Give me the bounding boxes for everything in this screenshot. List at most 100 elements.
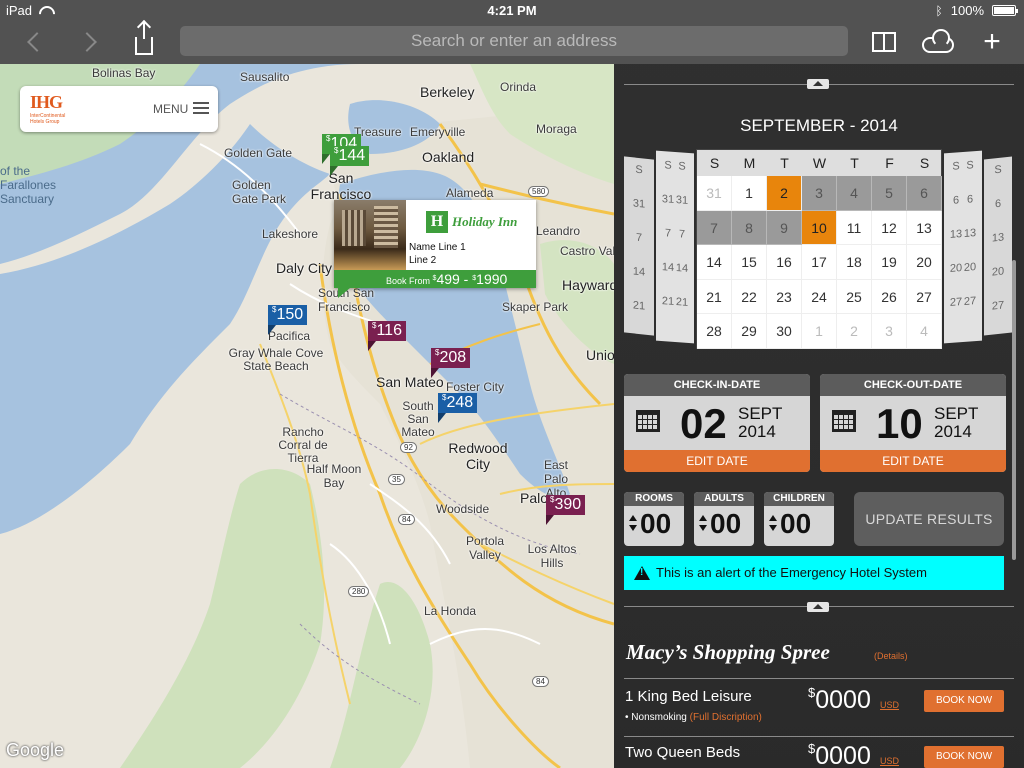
- prev-month-page[interactable]: S 31 7 14 21: [624, 156, 654, 336]
- calendar-icon: [832, 410, 856, 432]
- calendar-day[interactable]: 22: [732, 279, 767, 314]
- rooms-value: 00: [640, 508, 672, 539]
- map-label: Golden Gate: [224, 146, 293, 160]
- menu-label[interactable]: MENU: [153, 102, 188, 116]
- hotel-popup[interactable]: H Holiday Inn Name Line 1 Line 2 Book Fr…: [334, 200, 536, 298]
- hotel-price-pin[interactable]: $144: [330, 146, 370, 176]
- panel-scrollbar[interactable]: [1012, 260, 1016, 560]
- calendar-day[interactable]: 23: [767, 279, 802, 314]
- collapse-up-button[interactable]: [807, 602, 829, 612]
- highway-shield: 280: [348, 586, 370, 597]
- calendar-day[interactable]: 11: [837, 210, 872, 245]
- calendar-day[interactable]: 3: [872, 314, 907, 349]
- calendar-day[interactable]: 18: [837, 245, 872, 280]
- book-from-bar[interactable]: Book From $499 - $1990: [334, 270, 536, 288]
- address-bar[interactable]: Search or enter an address: [180, 26, 848, 56]
- calendar-day[interactable]: 8: [732, 210, 767, 245]
- share-icon: [135, 23, 153, 55]
- bookmarks-button[interactable]: [868, 26, 900, 58]
- calendar-day[interactable]: 19: [872, 245, 907, 280]
- back-button[interactable]: [18, 26, 50, 58]
- hotel-price-pin[interactable]: $150: [268, 305, 308, 335]
- calendar-day[interactable]: 2: [837, 314, 872, 349]
- calendar-day[interactable]: 1: [732, 176, 767, 211]
- adults-stepper[interactable]: ADULTS 00: [694, 492, 754, 546]
- calendar-day[interactable]: 28: [697, 314, 732, 349]
- calendar-day[interactable]: 17: [802, 245, 837, 280]
- stepper-arrows-icon[interactable]: [769, 515, 777, 533]
- currency-link[interactable]: USD: [880, 700, 899, 710]
- ihg-logo[interactable]: IHG InterContinental Hotels Group: [30, 92, 72, 125]
- share-button[interactable]: [128, 23, 160, 58]
- children-stepper[interactable]: CHILDREN 00: [764, 492, 834, 546]
- calendar-day[interactable]: 24: [802, 279, 837, 314]
- hotel-price-pin[interactable]: $116: [368, 321, 406, 351]
- icloud-tabs-button[interactable]: [922, 26, 954, 58]
- map-label: Hayward: [562, 277, 614, 293]
- calendar-day[interactable]: 5: [872, 176, 907, 211]
- status-time: 4:21 PM: [487, 3, 537, 18]
- holiday-inn-logo: H Holiday Inn: [426, 210, 518, 234]
- calendar-day[interactable]: 7: [697, 210, 732, 245]
- rooms-stepper[interactable]: ROOMS 00: [624, 492, 684, 546]
- calendar-day[interactable]: 29: [732, 314, 767, 349]
- map-label: Portola Valley: [465, 534, 505, 562]
- new-tab-button[interactable]: +: [976, 26, 1008, 58]
- bluetooth-icon: ᛒ: [935, 3, 943, 18]
- calendar-day[interactable]: 9: [767, 210, 802, 245]
- calendar-day-selected[interactable]: 2: [767, 176, 802, 211]
- map-label: Daly City: [276, 260, 333, 276]
- map-label: Alameda: [446, 186, 494, 200]
- calendar-day[interactable]: 27: [907, 279, 942, 314]
- forward-button[interactable]: [74, 26, 106, 58]
- book-now-button[interactable]: BOOK NOW: [924, 746, 1004, 768]
- calendar-day[interactable]: 30: [767, 314, 802, 349]
- divider: [624, 736, 1014, 737]
- calendar-day-selected[interactable]: 10: [802, 210, 837, 245]
- next-month-page[interactable]: S 6 13 20 27: [984, 156, 1012, 336]
- plus-icon: +: [983, 25, 1001, 58]
- full-description-link[interactable]: (Full Discription): [690, 712, 762, 723]
- hotel-price-pin[interactable]: $390: [546, 495, 586, 525]
- stepper-arrows-icon[interactable]: [699, 515, 707, 533]
- calendar-day[interactable]: 20: [907, 245, 942, 280]
- book-now-button[interactable]: BOOK NOW: [924, 690, 1004, 712]
- calendar-day[interactable]: 4: [907, 314, 942, 349]
- highway-shield: 84: [398, 514, 415, 525]
- next-month-page[interactable]: S S 6 6 13 13 20 20 27 27: [944, 150, 982, 344]
- collapse-up-button[interactable]: [807, 79, 829, 89]
- room-price: $0000: [808, 741, 871, 768]
- calendar-day[interactable]: 6: [907, 176, 942, 211]
- calendar-day[interactable]: 4: [837, 176, 872, 211]
- check-in-edit-button[interactable]: EDIT DATE: [624, 450, 810, 472]
- map-label: Skaper Park: [502, 300, 569, 314]
- hotel-price-pin[interactable]: $248: [438, 393, 478, 423]
- calendar-day[interactable]: 31: [697, 176, 732, 211]
- calendar-day[interactable]: 12: [872, 210, 907, 245]
- currency-link[interactable]: USD: [880, 756, 899, 766]
- stepper-arrows-icon[interactable]: [629, 515, 637, 533]
- calendar-day[interactable]: 21: [697, 279, 732, 314]
- calendar-day[interactable]: 3: [802, 176, 837, 211]
- map-label: Lakeshore: [262, 227, 319, 241]
- check-out-edit-button[interactable]: EDIT DATE: [820, 450, 1006, 472]
- book-icon: [872, 32, 896, 52]
- weekday-header: SMTWTFS: [697, 150, 941, 176]
- calendar-day[interactable]: 25: [837, 279, 872, 314]
- promo-details-link[interactable]: (Details): [874, 651, 908, 661]
- calendar-day[interactable]: 14: [697, 245, 732, 280]
- date-picker-calendar: SMTWTFS 31 1 2 3 4 5 6 7 8 9 10 11 12 13 14 15 16 17 18 19 2…: [696, 149, 942, 349]
- check-in-label: CHECK-IN-DATE: [624, 374, 810, 396]
- map-view[interactable]: Bolinas Bay Berkeley Orinda Sausalito Tr…: [0, 64, 614, 768]
- prev-month-page[interactable]: S S 31 31 7 7 14 14 21 21: [656, 150, 694, 344]
- calendar-day[interactable]: 16: [767, 245, 802, 280]
- calendar-day[interactable]: 13: [907, 210, 942, 245]
- calendar-day[interactable]: 26: [872, 279, 907, 314]
- calendar-day[interactable]: 15: [732, 245, 767, 280]
- map-label: Foster City: [446, 380, 505, 394]
- calendar-day[interactable]: 1: [802, 314, 837, 349]
- hotel-price-pin[interactable]: $208: [431, 348, 471, 378]
- hamburger-icon[interactable]: [193, 102, 209, 114]
- map-label: Half Moon Bay: [306, 462, 362, 490]
- update-results-button[interactable]: UPDATE RESULTS: [854, 492, 1004, 546]
